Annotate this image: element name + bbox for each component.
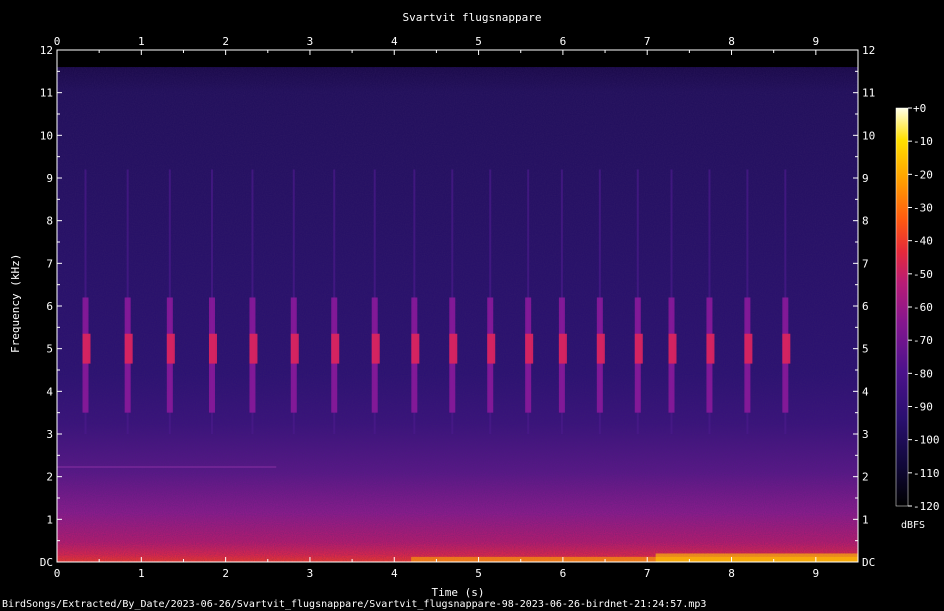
call-peak — [449, 333, 458, 364]
y-tick-label-right: 8 — [862, 215, 869, 228]
y-tick-label-right: 10 — [862, 129, 875, 142]
call-peak — [371, 333, 380, 364]
x-tick-label-bottom: 3 — [307, 567, 314, 580]
x-tick-label-bottom: 6 — [560, 567, 567, 580]
x-tick-label-top: 5 — [475, 35, 482, 48]
y-tick-label-left: 10 — [40, 129, 53, 142]
file-path-footer: BirdSongs/Extracted/By_Date/2023-06-26/S… — [2, 599, 707, 610]
x-tick-label-top: 8 — [728, 35, 735, 48]
call-peak — [634, 333, 643, 364]
x-tick-label-bottom: 5 — [475, 567, 482, 580]
y-tick-label-right: 4 — [862, 385, 869, 398]
y-tick-label-right: 1 — [862, 513, 869, 526]
colorbar-tick-label: -10 — [913, 135, 933, 148]
call-peak — [525, 333, 534, 364]
colorbar-tick-label: -60 — [913, 301, 933, 314]
y-tick-label-right: 12 — [862, 44, 875, 57]
colorbar-tick-label: -40 — [913, 235, 933, 248]
colorbar-label: dBFS — [901, 520, 926, 531]
call-peak — [208, 333, 217, 364]
call-peak — [744, 333, 753, 364]
y-tick-label-left: 2 — [46, 471, 53, 484]
y-tick-label-left: 7 — [46, 257, 53, 270]
colorbar-tick-label: -20 — [913, 168, 933, 181]
y-tick-label-right: 7 — [862, 257, 869, 270]
call-peak — [668, 333, 677, 364]
call-peak — [782, 333, 791, 364]
y-tick-label-left: 4 — [46, 385, 53, 398]
colorbar-tick-label: -50 — [913, 268, 933, 281]
colorbar-tick-label: -120 — [913, 500, 940, 513]
y-tick-label-right: DC — [862, 556, 875, 569]
y-tick-label-left: DC — [40, 556, 53, 569]
colorbar — [895, 107, 909, 507]
call-peak — [249, 333, 258, 364]
colorbar-tick-label: -80 — [913, 367, 933, 380]
call-peak — [124, 333, 133, 364]
colorbar-tick-label: -70 — [913, 334, 933, 347]
x-tick-label-top: 3 — [307, 35, 314, 48]
call-peak — [558, 333, 567, 364]
x-tick-label-bottom: 1 — [138, 567, 145, 580]
x-tick-label-top: 0 — [54, 35, 61, 48]
hum-band — [57, 466, 277, 468]
colorbar-tick-label: -90 — [913, 401, 933, 414]
call-peak — [290, 333, 299, 364]
y-tick-label-right: 3 — [862, 428, 869, 441]
y-tick-label-left: 6 — [46, 300, 53, 313]
x-tick-label-top: 9 — [813, 35, 820, 48]
x-tick-label-top: 2 — [222, 35, 229, 48]
y-tick-label-right: 6 — [862, 300, 869, 313]
x-tick-label-top: 4 — [391, 35, 398, 48]
spectrogram-noise — [57, 67, 858, 563]
colorbar-tick-label: -110 — [913, 467, 940, 480]
x-tick-label-bottom: 8 — [728, 567, 735, 580]
spectrogram-chart: 00112233445566778899DC DC1 12 23 34 45 56 67 78 8… — [40, 35, 940, 580]
x-tick-label-bottom: 7 — [644, 567, 651, 580]
call-peak — [82, 333, 91, 364]
x-tick-label-top: 1 — [138, 35, 145, 48]
y-tick-label-right: 2 — [862, 471, 869, 484]
chart-title: Svartvit flugsnappare — [402, 11, 542, 24]
colorbar-tick-label: -30 — [913, 202, 933, 215]
y-axis-label: Frequency (kHz) — [9, 253, 22, 353]
y-tick-label-left: 11 — [40, 87, 53, 100]
colorbar-tick-label: -100 — [913, 434, 940, 447]
x-tick-label-top: 7 — [644, 35, 651, 48]
call-peak — [596, 333, 605, 364]
y-tick-label-left: 5 — [46, 343, 53, 356]
y-tick-label-right: 11 — [862, 87, 875, 100]
x-tick-label-bottom: 4 — [391, 567, 398, 580]
x-tick-label-bottom: 0 — [54, 567, 61, 580]
y-tick-label-left: 1 — [46, 513, 53, 526]
call-peak — [487, 333, 496, 364]
x-tick-label-bottom: 9 — [813, 567, 820, 580]
y-tick-label-right: 5 — [862, 343, 869, 356]
y-tick-label-left: 12 — [40, 44, 53, 57]
y-tick-label-left: 8 — [46, 215, 53, 228]
call-peak — [411, 333, 420, 364]
y-tick-label-right: 9 — [862, 172, 869, 185]
low-freq-strip-bright — [655, 553, 858, 562]
x-tick-label-top: 6 — [560, 35, 567, 48]
y-tick-label-left: 3 — [46, 428, 53, 441]
call-peak — [166, 333, 175, 364]
y-tick-label-left: 9 — [46, 172, 53, 185]
call-peak — [706, 333, 715, 364]
call-peak — [331, 333, 340, 364]
x-axis-label: Time (s) — [431, 586, 485, 599]
x-tick-label-bottom: 2 — [222, 567, 229, 580]
colorbar-tick-label: +0 — [913, 102, 926, 115]
